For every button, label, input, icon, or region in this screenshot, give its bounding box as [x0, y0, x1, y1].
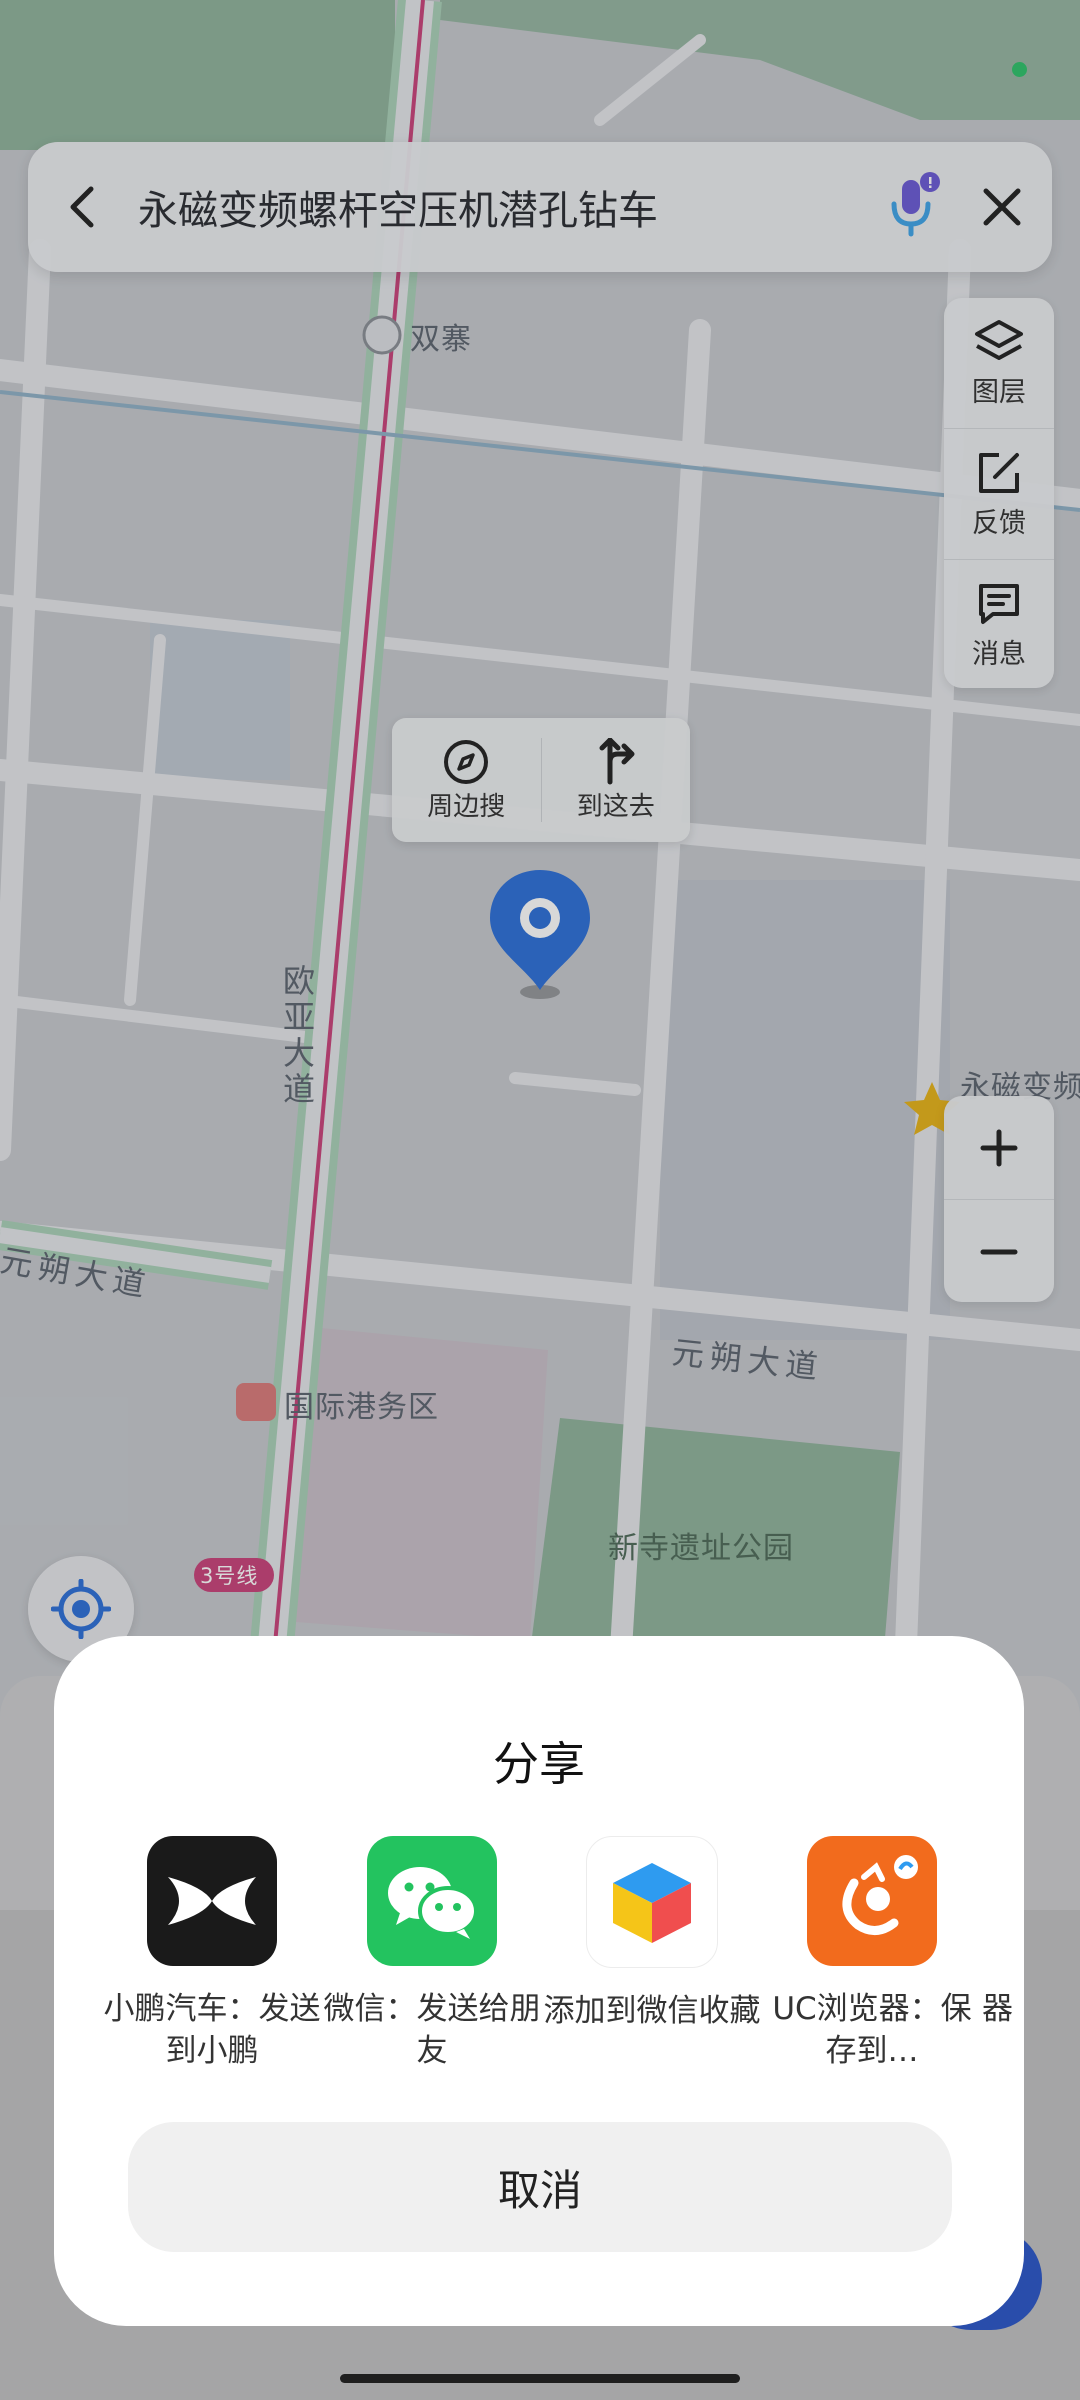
share-app-label: 添加到微信收藏 — [543, 1993, 761, 2029]
share-app-wechat-favorites[interactable]: 添加到微信收藏 — [542, 1836, 762, 2032]
wechat-favorites-icon — [586, 1836, 718, 1968]
home-indicator[interactable] — [340, 2374, 740, 2383]
share-title: 分享 — [493, 1737, 585, 1791]
share-app-label: 微信：发送给朋友 — [323, 1991, 541, 2069]
wechat-icon — [367, 1836, 497, 1966]
share-app-row[interactable]: 小鹏汽车：发送到小鹏 微信：发送给朋友 添加到微信收藏 UC浏览器：保存到… 器 — [54, 1836, 1024, 2096]
share-sheet: 分享 小鹏汽车：发送到小鹏 微信：发送给朋友 添加到微信收藏 UC浏览器：保存到… — [54, 1636, 1024, 2326]
cancel-button[interactable]: 取消 — [128, 2122, 952, 2252]
share-app-partial[interactable]: 器 — [982, 1836, 1024, 2030]
share-app-label: UC浏览器：保存到… — [772, 1991, 972, 2069]
share-app-label: 小鹏汽车：发送到小鹏 — [103, 1991, 321, 2069]
share-app-xpeng[interactable]: 小鹏汽车：发送到小鹏 — [102, 1836, 322, 2072]
share-app-label: 器 — [982, 1991, 1013, 2027]
uc-browser-icon — [807, 1836, 937, 1966]
share-app-uc-browser[interactable]: UC浏览器：保存到… — [762, 1836, 982, 2072]
share-app-wechat[interactable]: 微信：发送给朋友 — [322, 1836, 542, 2072]
xpeng-icon — [147, 1836, 277, 1966]
share-app-partial-icon — [982, 1836, 1024, 1966]
